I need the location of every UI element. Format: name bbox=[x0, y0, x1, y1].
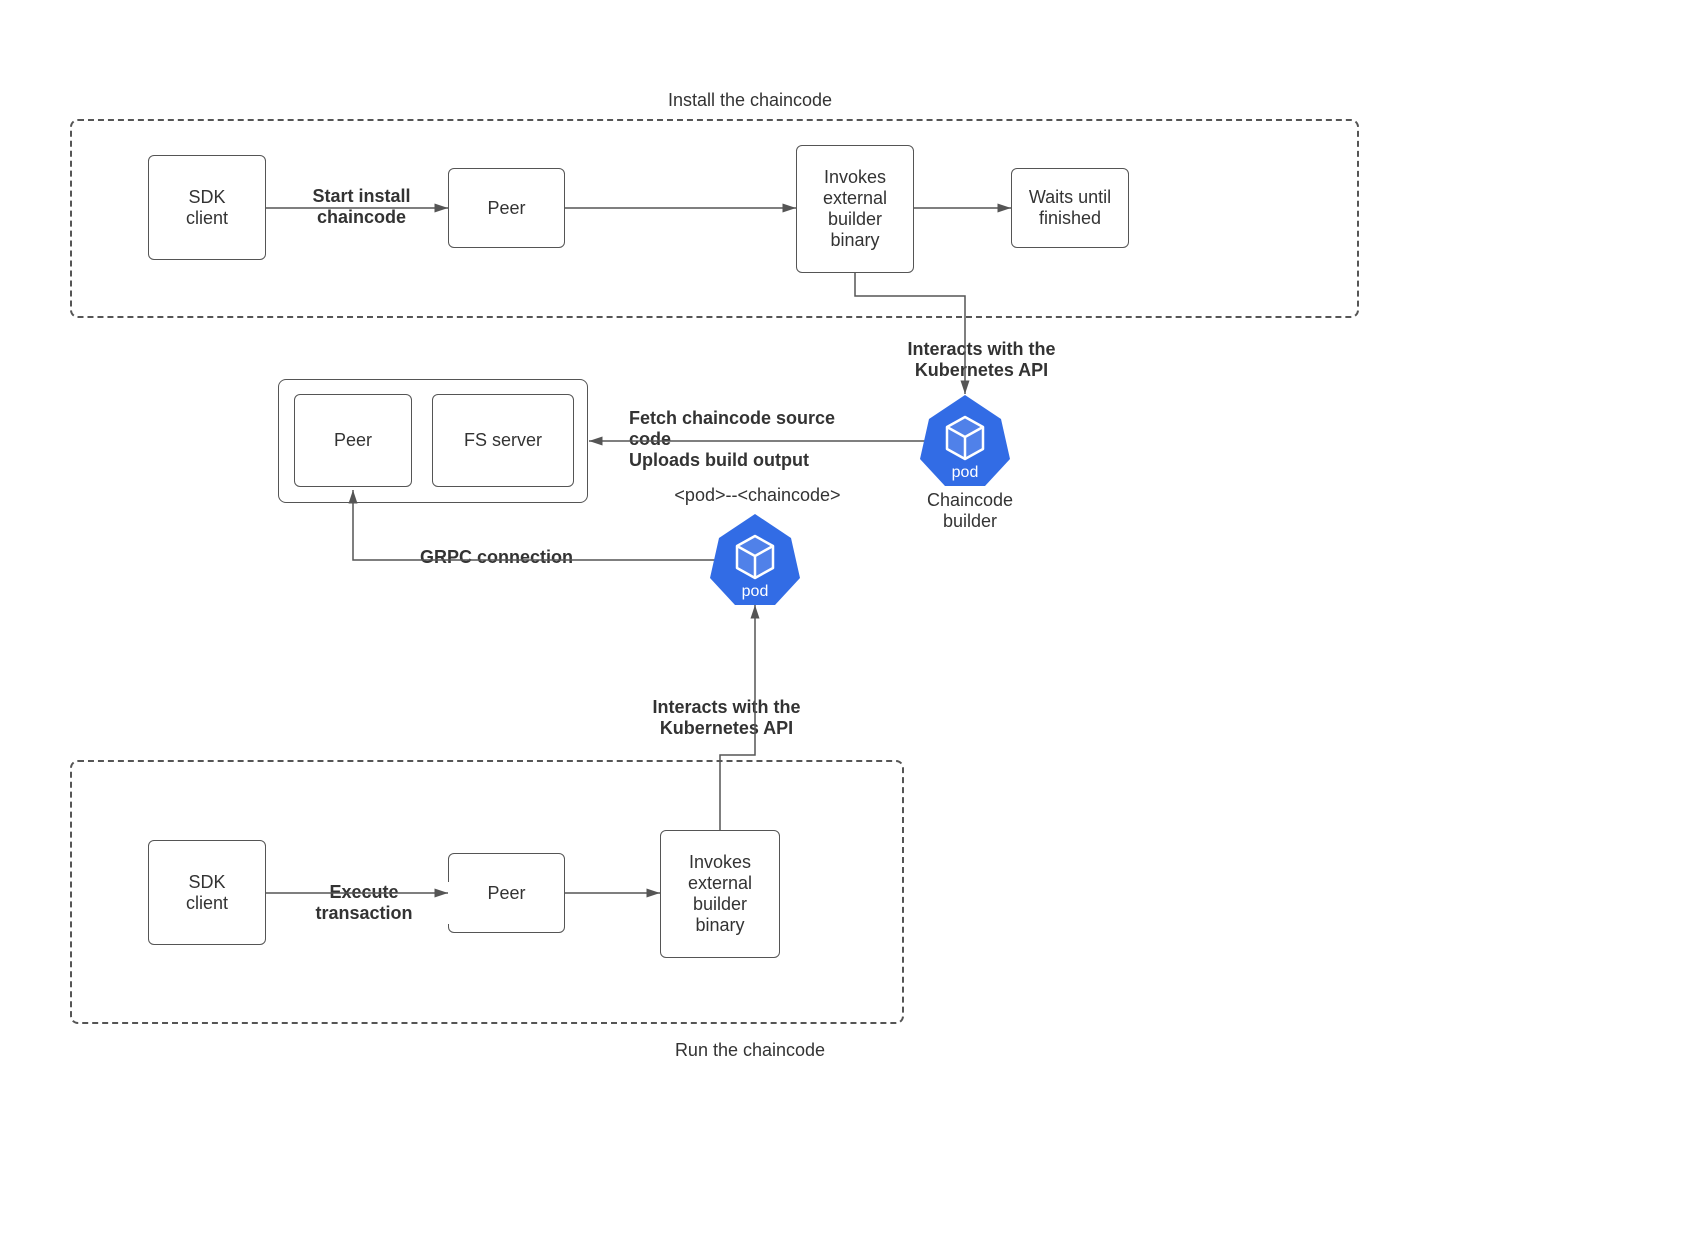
arrow-invokes2-podcc bbox=[720, 605, 755, 830]
pod-icon-chaincode-text: pod bbox=[742, 583, 769, 600]
pod-icon-builder-text: pod bbox=[952, 464, 979, 481]
pod-icon-chaincode: pod bbox=[710, 514, 800, 605]
arrow-podcc-peermid bbox=[353, 490, 715, 560]
pod-icon-builder: pod bbox=[920, 395, 1010, 486]
arrow-invokes1-builderpod bbox=[855, 273, 965, 394]
